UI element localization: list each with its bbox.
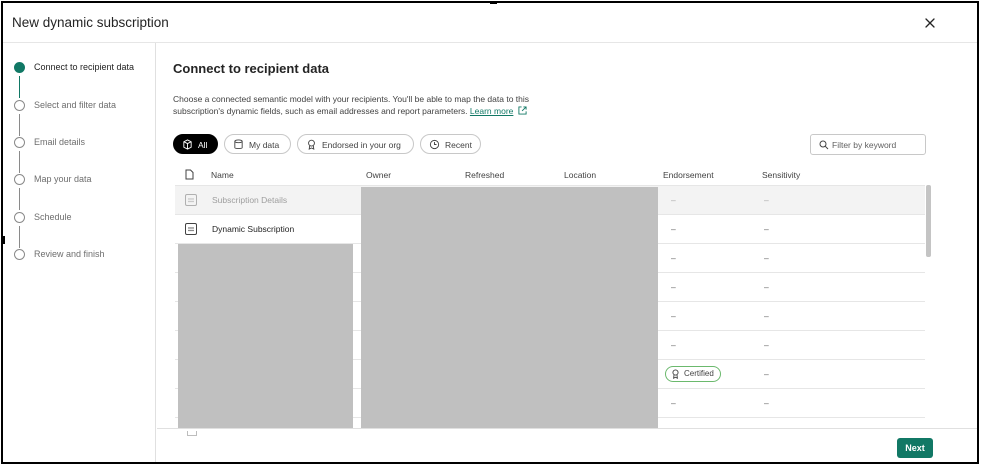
page-title: Connect to recipient data (173, 61, 330, 76)
column-header-refreshed[interactable]: Refreshed (465, 170, 504, 180)
certified-badge: Certified (665, 366, 721, 382)
row-sensitivity: – (764, 340, 769, 350)
row-name: Dynamic Subscription (212, 224, 295, 234)
column-header-endorsement[interactable]: Endorsement (663, 170, 714, 180)
column-header-location[interactable]: Location (564, 170, 596, 180)
row-name: Subscription Details (212, 195, 288, 205)
dialog: New dynamic subscription Connect to reci… (1, 1, 979, 464)
description: Choose a connected semantic model with y… (173, 93, 573, 117)
wizard-stepper: Connect to recipient data Select and fil… (3, 43, 156, 462)
row-sensitivity: – (764, 311, 769, 321)
window-edge-mark (3, 236, 5, 244)
chip-label: Endorsed in your org (322, 140, 401, 150)
next-button[interactable]: Next (897, 438, 933, 458)
step-connector (19, 151, 20, 173)
row-sensitivity: – (764, 398, 769, 408)
row-endorsement: – (671, 224, 676, 234)
redacted-details-block (361, 187, 658, 428)
row-sensitivity: – (764, 282, 769, 292)
cube-icon (183, 139, 192, 150)
row-sensitivity: – (764, 224, 769, 234)
step-connector (19, 226, 20, 248)
step-map-your-data[interactable]: Map your data (12, 172, 152, 188)
row-endorsement: – (671, 340, 676, 350)
dialog-header: New dynamic subscription (3, 3, 977, 43)
step-indicator-icon (14, 137, 25, 148)
redacted-names-block (178, 244, 353, 428)
filter-search-box[interactable] (810, 134, 926, 155)
table-scrollbar-thumb[interactable] (926, 185, 931, 257)
row-endorsement: – (671, 311, 676, 321)
ribbon-icon (672, 369, 679, 379)
file-icon (185, 169, 194, 180)
step-label: Select and filter data (34, 100, 117, 110)
column-header-owner[interactable]: Owner (366, 170, 391, 180)
chip-my-data[interactable]: My data (224, 134, 291, 154)
chip-endorsed[interactable]: Endorsed in your org (297, 134, 414, 154)
step-indicator-icon (14, 62, 25, 73)
main-panel: Connect to recipient data Choose a conne… (157, 43, 977, 428)
search-input[interactable] (832, 138, 922, 152)
step-connect-recipient-data[interactable]: Connect to recipient data (12, 60, 152, 76)
step-label: Connect to recipient data (34, 62, 135, 72)
chip-label: Recent (445, 140, 472, 150)
step-schedule[interactable]: Schedule (12, 210, 152, 226)
step-connector (19, 76, 20, 98)
external-link-icon[interactable] (518, 106, 527, 115)
step-label: Schedule (34, 212, 72, 222)
dialog-title: New dynamic subscription (12, 15, 169, 30)
certified-label: Certified (684, 369, 714, 378)
step-review-finish[interactable]: Review and finish (12, 247, 152, 263)
dialog-footer: Next (157, 428, 977, 462)
chip-label: My data (249, 140, 280, 150)
step-indicator-icon (14, 249, 25, 260)
step-label: Map your data (34, 174, 92, 184)
step-indicator-icon (14, 212, 25, 223)
step-label: Email details (34, 137, 86, 147)
close-icon (925, 18, 935, 28)
clock-icon (429, 139, 440, 150)
chip-recent[interactable]: Recent (420, 134, 481, 154)
row-endorsement: – (671, 282, 676, 292)
step-label: Review and finish (34, 249, 105, 259)
chip-all[interactable]: All (173, 134, 218, 154)
step-connector (19, 114, 20, 136)
learn-more-link[interactable]: Learn more (470, 106, 513, 116)
ribbon-icon (308, 139, 315, 150)
partial-row-icon (187, 431, 197, 436)
row-sensitivity: – (764, 253, 769, 263)
row-sensitivity: – (764, 369, 769, 379)
row-sensitivity: – (764, 195, 769, 205)
row-endorsement: – (671, 398, 676, 408)
column-header-name[interactable]: Name (211, 170, 234, 180)
row-endorsement: – (671, 253, 676, 263)
semantic-model-icon (185, 194, 197, 206)
chip-label: All (198, 140, 208, 150)
step-indicator-icon (14, 174, 25, 185)
step-connector (19, 188, 20, 210)
database-icon (234, 139, 243, 149)
close-button[interactable] (922, 15, 938, 31)
column-header-sensitivity[interactable]: Sensitivity (762, 170, 800, 180)
step-indicator-icon (14, 100, 25, 111)
search-icon (819, 140, 829, 150)
step-email-details[interactable]: Email details (12, 135, 152, 151)
row-endorsement: – (671, 195, 676, 205)
semantic-model-table: Name Owner Refreshed Location Endorsemen… (175, 165, 925, 428)
semantic-model-icon (185, 223, 197, 235)
step-select-filter-data[interactable]: Select and filter data (12, 98, 152, 114)
